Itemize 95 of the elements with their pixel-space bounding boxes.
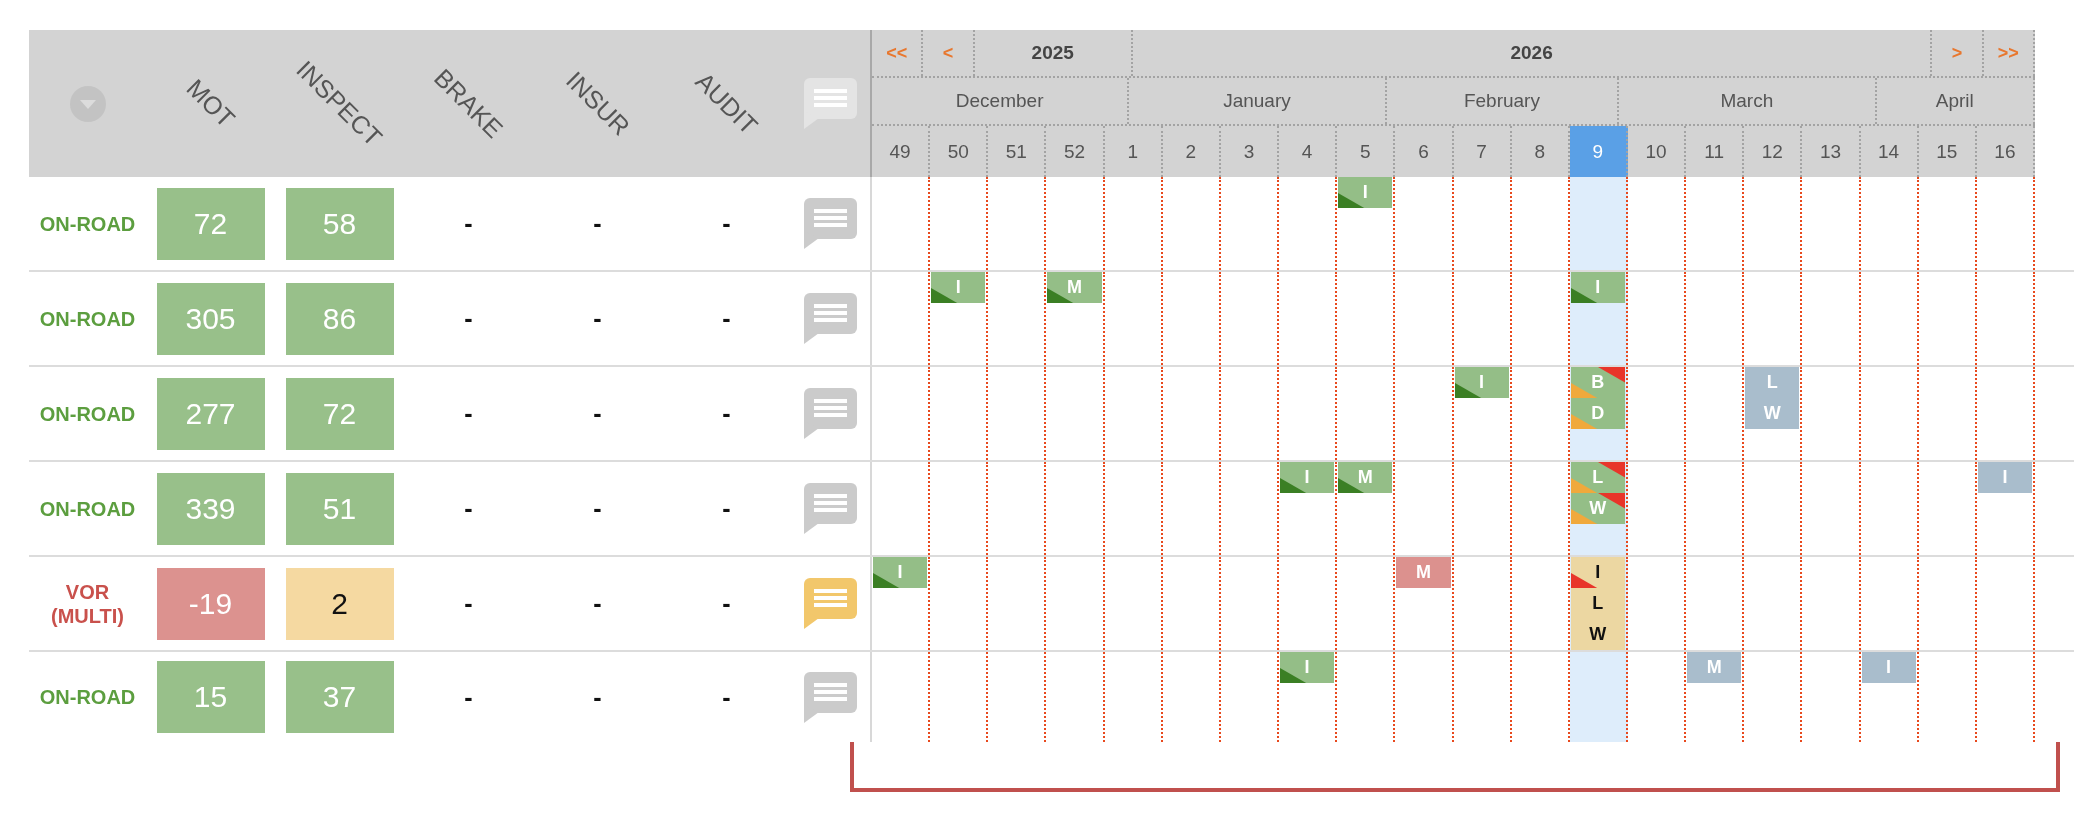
year-header: 2026	[1132, 30, 1933, 76]
event-chip[interactable]: I	[931, 272, 986, 303]
month-header: December	[872, 78, 1130, 124]
empty-value: -	[722, 589, 731, 618]
event-chip[interactable]: I	[873, 557, 928, 588]
event-chip[interactable]: L	[1745, 367, 1800, 398]
empty-value: -	[722, 399, 731, 428]
empty-value: -	[464, 399, 473, 428]
nav-button[interactable]: <	[923, 30, 975, 76]
empty-value: -	[464, 494, 473, 523]
week-header[interactable]: 11	[1686, 126, 1745, 177]
week-header[interactable]: 14	[1860, 126, 1919, 177]
value-tile: 58	[285, 187, 394, 260]
week-header[interactable]: 7	[1453, 126, 1512, 177]
year-header: 2025	[974, 30, 1133, 76]
empty-value: -	[464, 682, 473, 712]
value-tile: 37	[285, 661, 394, 733]
event-chip[interactable]: L	[1570, 462, 1625, 493]
event-chip[interactable]: I	[1280, 652, 1335, 683]
week-header[interactable]: 16	[1976, 126, 2035, 177]
comment-icon[interactable]	[804, 578, 857, 629]
week-header[interactable]: 1	[1104, 126, 1163, 177]
week-header[interactable]: 49	[872, 126, 931, 177]
empty-value: -	[464, 304, 473, 333]
week-header[interactable]: 2	[1162, 126, 1221, 177]
week-header[interactable]: 12	[1744, 126, 1803, 177]
week-header[interactable]: 6	[1395, 126, 1454, 177]
event-chip[interactable]: M	[1687, 652, 1742, 683]
comment-icon[interactable]	[804, 388, 857, 439]
event-chip[interactable]: W	[1570, 493, 1625, 524]
status-label: ON-ROAD	[39, 211, 136, 236]
status-label: ON-ROAD	[39, 685, 136, 709]
event-chip[interactable]: L	[1570, 588, 1625, 619]
status-label: ON-ROAD	[39, 496, 136, 521]
event-chip[interactable]: W	[1570, 619, 1625, 650]
comment-icon[interactable]	[804, 293, 857, 344]
value-tile: 2	[285, 567, 394, 640]
empty-value: -	[722, 304, 731, 333]
week-header[interactable]: 50	[930, 126, 989, 177]
value-tile: 72	[285, 377, 394, 450]
status-label: ON-ROAD	[39, 306, 136, 331]
event-chip[interactable]: W	[1745, 398, 1800, 429]
empty-value: -	[464, 589, 473, 618]
month-header: April	[1876, 78, 2035, 124]
value-tile: 15	[156, 661, 265, 733]
week-header[interactable]: 10	[1627, 126, 1687, 177]
empty-value: -	[593, 209, 602, 238]
empty-value: -	[593, 589, 602, 618]
event-chip[interactable]: I	[1861, 652, 1916, 683]
event-chip[interactable]: I	[1280, 462, 1335, 493]
empty-value: -	[593, 304, 602, 333]
value-tile: 86	[285, 282, 394, 355]
week-header[interactable]: 51	[988, 126, 1047, 177]
value-tile: -19	[156, 567, 265, 640]
comment-icon[interactable]	[804, 483, 857, 534]
event-chip[interactable]: M	[1047, 272, 1102, 303]
empty-value: -	[593, 399, 602, 428]
event-chip[interactable]: M	[1338, 462, 1393, 493]
week-header[interactable]: 15	[1918, 126, 1977, 177]
week-header[interactable]: 9	[1569, 126, 1628, 177]
status-label: VOR (MULTI)	[50, 579, 125, 628]
comment-icon[interactable]	[804, 671, 857, 723]
week-header[interactable]: 3	[1220, 126, 1280, 177]
month-header: February	[1386, 78, 1620, 124]
event-chip[interactable]: I	[1570, 272, 1625, 303]
week-header[interactable]: 4	[1279, 126, 1338, 177]
nav-button[interactable]: <<	[872, 30, 924, 76]
value-tile: 305	[156, 282, 265, 355]
nav-button[interactable]: >>	[1983, 30, 2035, 76]
value-tile: 277	[156, 377, 265, 450]
comment-icon[interactable]	[804, 198, 857, 249]
event-chip[interactable]: I	[1338, 177, 1393, 208]
month-header: March	[1619, 78, 1877, 124]
event-chip[interactable]: I	[1570, 557, 1625, 588]
comment-icon[interactable]	[804, 78, 857, 129]
empty-value: -	[593, 682, 602, 712]
month-header: January	[1129, 78, 1387, 124]
empty-value: -	[593, 494, 602, 523]
value-tile: 339	[156, 472, 265, 545]
empty-value: -	[464, 209, 473, 238]
event-chip[interactable]: D	[1570, 398, 1625, 429]
week-header[interactable]: 52	[1046, 126, 1105, 177]
status-label: ON-ROAD	[39, 401, 136, 426]
event-chip[interactable]: I	[1454, 367, 1509, 398]
nav-button[interactable]: >	[1932, 30, 1984, 76]
event-chip[interactable]: B	[1570, 367, 1625, 398]
empty-value: -	[722, 494, 731, 523]
event-chip[interactable]: I	[1977, 462, 2032, 493]
week-header[interactable]: 13	[1802, 126, 1861, 177]
value-tile: 72	[156, 187, 265, 260]
caret-down-icon[interactable]	[69, 85, 106, 122]
empty-value: -	[722, 682, 731, 712]
value-tile: 51	[285, 472, 394, 545]
event-chip[interactable]: M	[1396, 557, 1451, 588]
empty-value: -	[722, 209, 731, 238]
